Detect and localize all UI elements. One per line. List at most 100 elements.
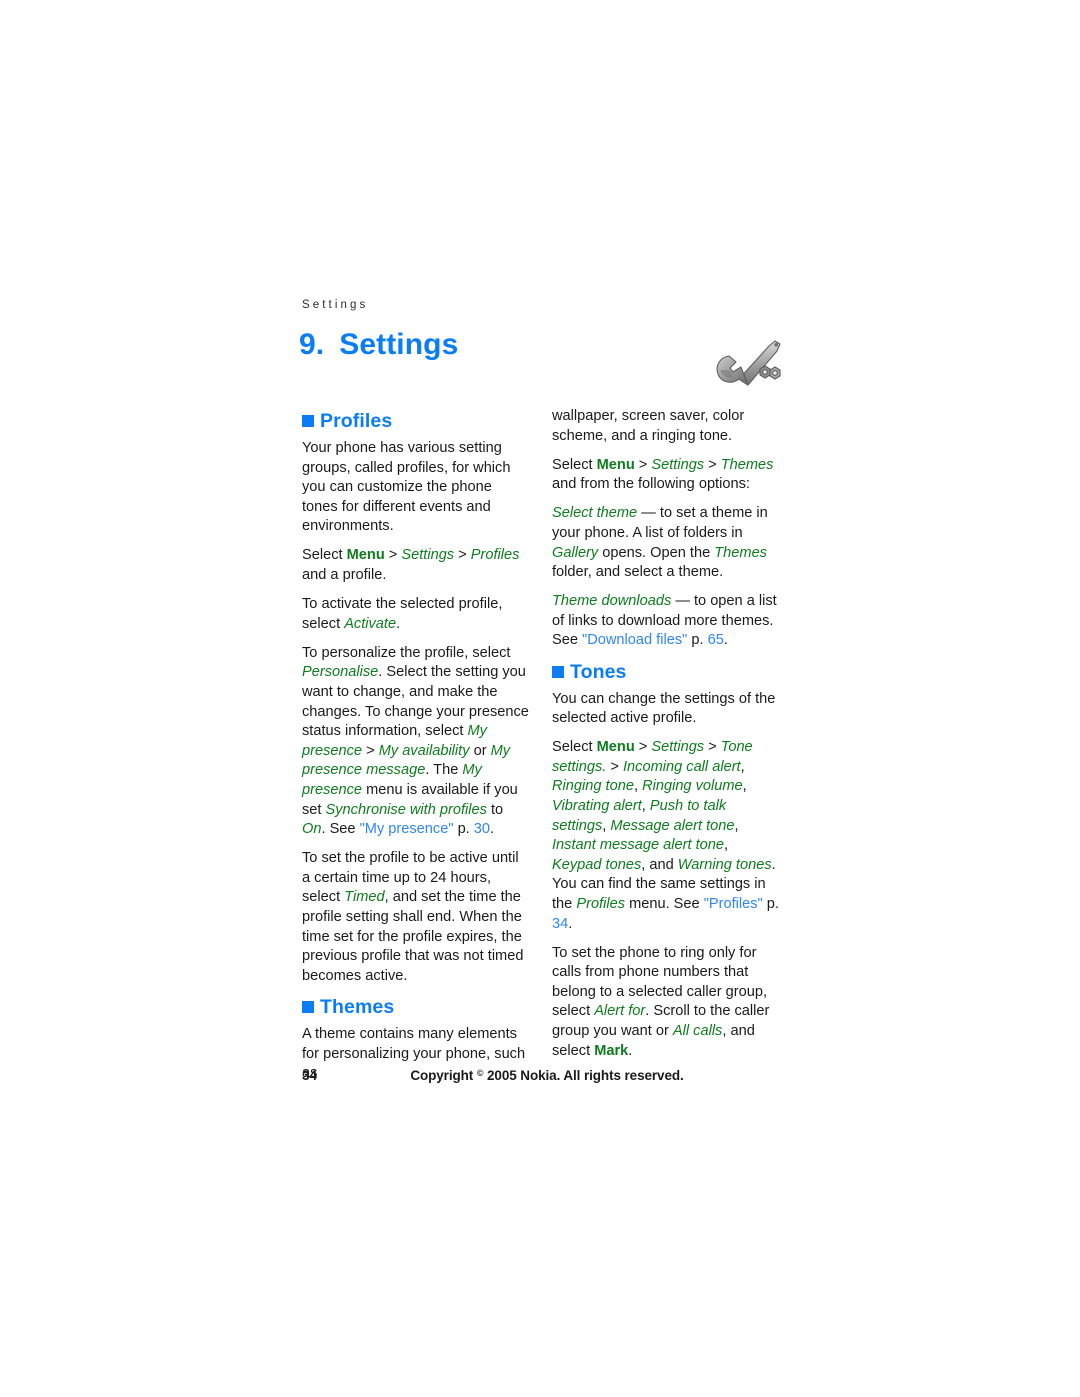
text-mid: . The [425, 762, 463, 779]
paragraph-activate: To activate the selected profile, select… [302, 595, 530, 634]
menu-item-themes: Themes [720, 456, 774, 473]
tone-settings-item-list: Incoming call alert, Ringing tone, Ringi… [552, 759, 747, 873]
menu-item-alert-for: Alert for [594, 1003, 646, 1020]
section-heading-tones: Tones [552, 661, 780, 683]
list-separator: , [723, 837, 729, 854]
menu-item-warning-tones: Warning tones [677, 856, 772, 873]
menu-item-vibrating-alert: Vibrating alert [552, 798, 642, 814]
menu-item-instant-message-alert-tone: Instant message alert tone [552, 837, 724, 854]
cross-reference-my-presence[interactable]: "My presence" [360, 821, 454, 837]
menu-item-profiles: Profiles [470, 547, 520, 564]
text-mid: menu. See [625, 895, 704, 912]
text-select: Select [552, 456, 597, 473]
menu-value-on: On [302, 821, 322, 838]
text-lead: To personalize the profile, select [302, 644, 511, 661]
text-mid: . See [321, 821, 360, 838]
menu-item-incoming-call-alert: Incoming call alert [623, 758, 741, 775]
path-separator: > [384, 547, 402, 564]
path-separator: > [362, 742, 379, 759]
left-column: Profiles Your phone has various setting … [302, 410, 530, 1084]
path-separator: > [704, 739, 721, 756]
section-heading-profiles-label: Profiles [320, 410, 393, 432]
text-and: , and [641, 856, 678, 873]
paragraph-alert-for: To set the phone to ring only for calls … [552, 944, 780, 1062]
chapter-number: 9. [299, 328, 325, 361]
text-to: to [486, 801, 504, 818]
bullet-square-icon [302, 415, 314, 427]
menu-item-personalise: Personalise [302, 664, 379, 681]
text-tail: and from the following options: [552, 476, 750, 493]
menu-item-settings: Settings [401, 547, 455, 564]
menu-keyword: Menu [346, 547, 385, 564]
paragraph-profiles-path: Select Menu > Settings > Profiles and a … [302, 546, 530, 585]
menu-item-synchronise-with-profiles: Synchronise with profiles [325, 801, 487, 818]
menu-item-my-availability: My availability [378, 742, 470, 759]
cross-reference-download-files[interactable]: "Download files" [582, 632, 687, 648]
right-column: wallpaper, screen saver, color scheme, a… [552, 407, 780, 1061]
path-separator: > [454, 547, 471, 564]
text-page-lead: p. [687, 632, 708, 649]
footer-copyright: Copyright © 2005 Nokia. All rights reser… [302, 1068, 792, 1083]
paragraph-themes-continued: wallpaper, screen saver, color scheme, a… [552, 408, 745, 444]
bullet-square-icon [552, 665, 564, 678]
text-tail: . [396, 615, 401, 632]
softkey-mark: Mark [594, 1042, 629, 1059]
list-separator: , [742, 778, 747, 795]
menu-item-themes-folder: Themes [714, 544, 767, 561]
section-heading-profiles: Profiles [302, 410, 530, 432]
text-tail: . [490, 821, 495, 838]
path-separator: > [634, 456, 652, 473]
section-heading-themes-label: Themes [320, 995, 395, 1018]
text-tail: . [568, 915, 573, 932]
menu-item-keypad-tones: Keypad tones [552, 856, 642, 873]
list-separator: , [740, 758, 745, 775]
path-separator: > [704, 456, 721, 473]
paragraph-tone-settings-path: Select Menu > Settings > Tone settings. … [552, 738, 780, 934]
running-header: Settings [302, 299, 369, 311]
copyright-pre: Copyright [410, 1068, 477, 1083]
menu-item-ringing-tone: Ringing tone [552, 778, 634, 795]
menu-keyword: Menu [596, 739, 635, 756]
text-page-lead: p. [762, 895, 779, 912]
text-tail: . [723, 632, 728, 649]
paragraph-select-theme: Select theme — to set a theme in your ph… [552, 504, 780, 582]
menu-item-timed: Timed [344, 889, 385, 906]
list-separator: , [641, 798, 650, 814]
cross-reference-page-number[interactable]: 30 [474, 821, 490, 837]
menu-item-all-calls: All calls [672, 1023, 723, 1040]
path-separator: > [634, 739, 652, 756]
text-select: Select [302, 547, 347, 564]
text-select: Select [552, 739, 597, 756]
paragraph-themes-path: Select Menu > Settings > Themes and from… [552, 456, 780, 495]
text-page-lead: p. [453, 821, 474, 838]
menu-item-message-alert-tone: Message alert tone [610, 817, 735, 834]
menu-item-settings: Settings [651, 739, 705, 756]
paragraph-timed: To set the profile to be active until a … [302, 849, 530, 986]
menu-item-settings: Settings [651, 456, 705, 473]
menu-item-ringing-volume: Ringing volume [642, 778, 743, 795]
cross-reference-page-number[interactable]: 65 [708, 632, 724, 648]
text-lead: To activate the selected profile, select [302, 596, 503, 632]
paragraph-theme-downloads: Theme downloads — to open a list of link… [552, 592, 780, 651]
wrench-and-nuts-icon [712, 336, 794, 398]
bullet-square-icon [302, 1000, 314, 1013]
document-page: Settings 9. Settings Profiles Your phone… [0, 0, 1080, 1397]
section-heading-themes: Themes [302, 996, 530, 1018]
section-heading-tones-label: Tones [570, 660, 627, 683]
text-or: or [469, 742, 491, 759]
copyright-post: 2005 Nokia. All rights reserved. [483, 1068, 684, 1083]
list-separator: , [734, 817, 739, 834]
menu-item-theme-downloads: Theme downloads [552, 593, 672, 610]
paragraph-tones-intro: You can change the settings of the selec… [552, 690, 776, 727]
page-title: 9. Settings [299, 328, 458, 362]
chapter-title-text: Settings [339, 328, 459, 361]
page-footer: 34 Copyright © 2005 Nokia. All rights re… [0, 1068, 1080, 1090]
menu-keyword: Menu [596, 456, 635, 473]
text-tail: . [628, 1042, 633, 1059]
text-mid: opens. Open the [598, 544, 715, 561]
menu-item-select-theme: Select theme [552, 505, 638, 522]
cross-reference-profiles[interactable]: "Profiles" [704, 896, 763, 912]
cross-reference-page-number[interactable]: 34 [552, 916, 568, 932]
text-tail: and a profile. [302, 567, 387, 584]
menu-item-gallery: Gallery [552, 544, 599, 561]
